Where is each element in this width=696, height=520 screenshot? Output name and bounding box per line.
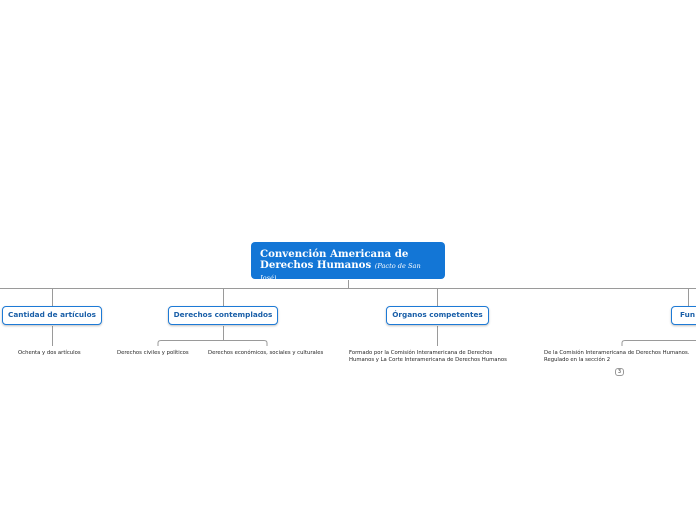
central-topic-title-line2: Derechos Humanos (260, 259, 372, 271)
mind-map-canvas: Convención Americana de Derechos Humanos… (0, 0, 696, 520)
subtopic-count-badge[interactable]: 3 (615, 368, 624, 376)
topic-cantidad-articulos[interactable]: Cantidad de artículos (2, 306, 102, 325)
central-topic[interactable]: Convención Americana de Derechos Humanos… (251, 242, 445, 282)
leaf-connector-funciones (621, 340, 696, 346)
leaf-derechos-economicos[interactable]: Derechos económicos, sociales y cultural… (208, 350, 323, 357)
leaf-derechos-civiles[interactable]: Derechos civiles y políticos (117, 350, 189, 357)
leaf-formado-por-line2: Humanos y La Corte Interamericana de Der… (349, 356, 507, 363)
topic-organos-competentes[interactable]: Órganos competentes (386, 306, 489, 325)
leaf-formado-por-line1: Formado por la Comisión Interamericana d… (349, 350, 493, 356)
leaf-connector-derechos (157, 326, 268, 346)
leaf-funciones-comision[interactable]: De la Comisión Interamericana de Derecho… (544, 350, 689, 364)
leaf-formado-por[interactable]: Formado por la Comisión Interamericana d… (349, 350, 507, 364)
topic-derechos-contemplados[interactable]: Derechos contemplados (168, 306, 278, 325)
topic-funciones[interactable]: Fun (671, 306, 696, 325)
leaf-funciones-line2: Regulado en la sección 2 (544, 356, 611, 363)
leaf-funciones-line1: De la Comisión Interamericana de Derecho… (544, 350, 690, 356)
leaf-ochenta-y-dos-articulos[interactable]: Ochenta y dos artículos (18, 350, 81, 357)
